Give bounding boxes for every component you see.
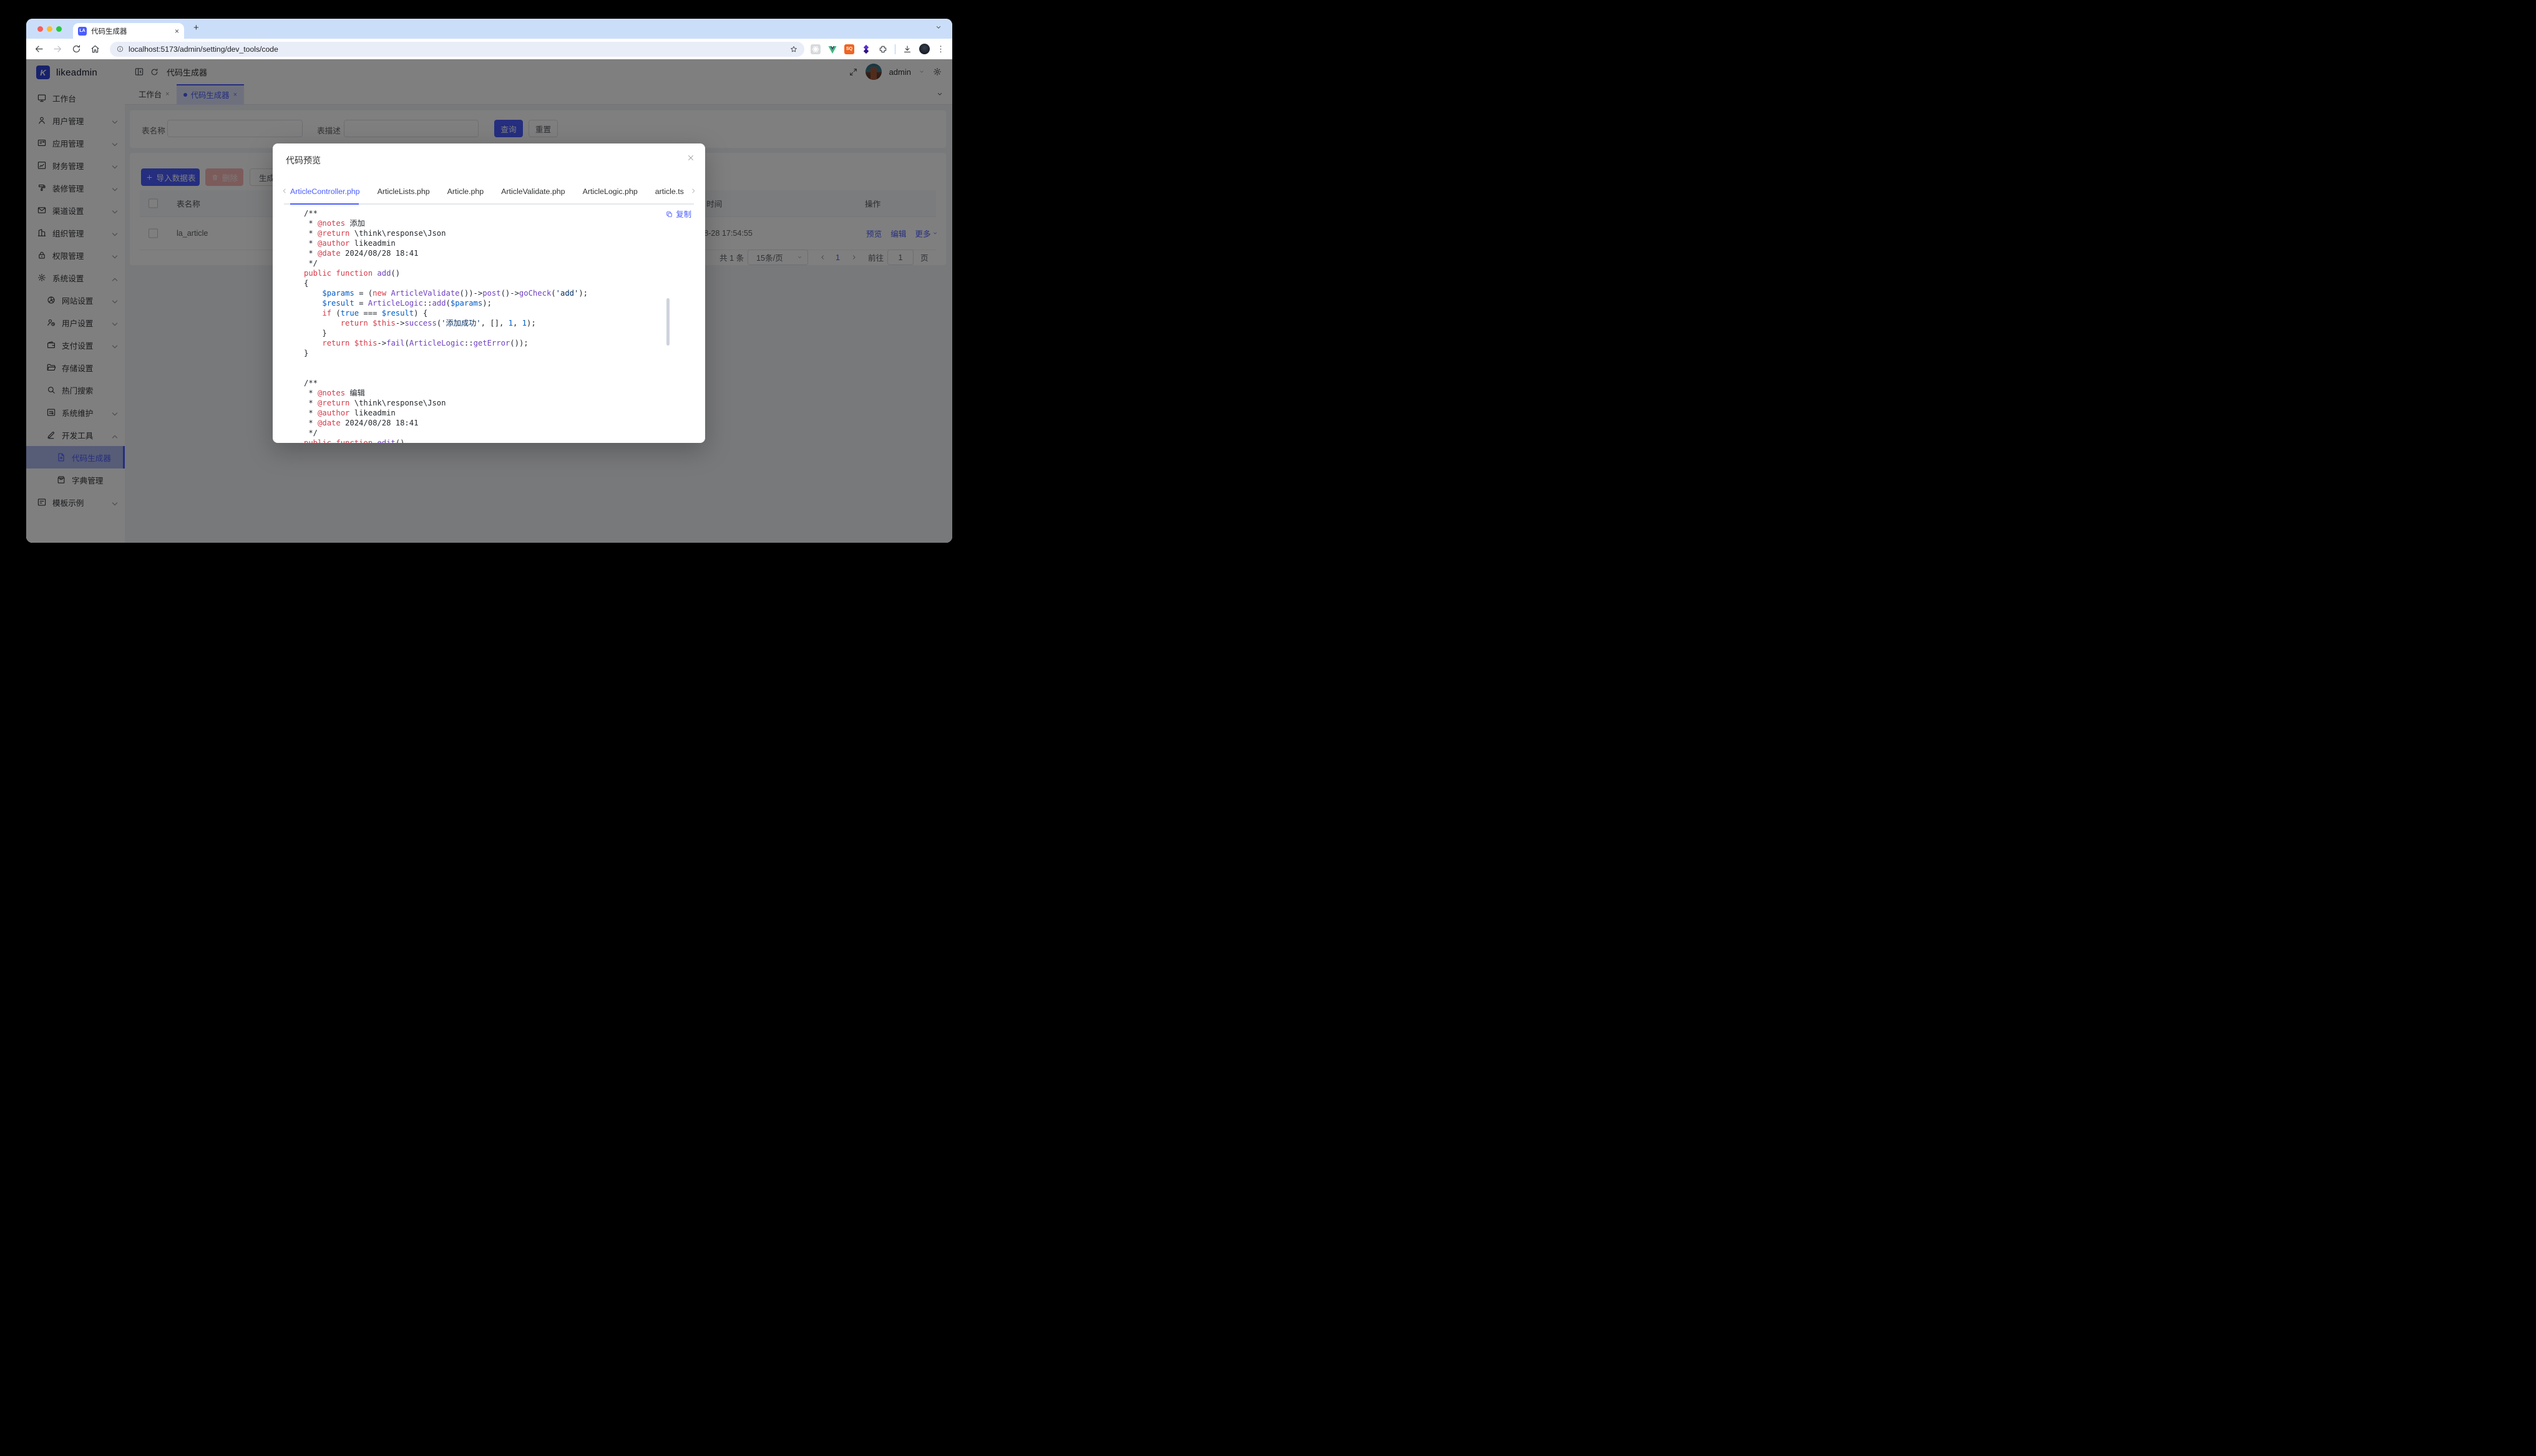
extension-icons: SQ ⋮ xyxy=(811,44,945,54)
code-line: } xyxy=(304,328,693,338)
code-line xyxy=(304,358,693,368)
browser-toolbar: localhost:5173/admin/setting/dev_tools/c… xyxy=(26,39,952,59)
sq-extension-icon[interactable]: SQ xyxy=(844,44,854,54)
modal-tab-Article.php[interactable]: Article.php xyxy=(447,187,484,196)
code-line: */ xyxy=(304,258,693,268)
code-line: { xyxy=(304,278,693,288)
code-line: if (true === $result) { xyxy=(304,308,693,318)
forward-icon[interactable] xyxy=(52,44,63,54)
app-page: K likeadmin 工作台用户管理应用管理财务管理装修管理渠道设置组织管理权… xyxy=(26,59,952,543)
code-line: * @notes 编辑 xyxy=(304,388,693,398)
code-line: * @author likeadmin xyxy=(304,408,693,418)
browser-tabstrip: LA 代码生成器 × + xyxy=(26,19,952,39)
modal-tab-ArticleValidate.php[interactable]: ArticleValidate.php xyxy=(501,187,565,196)
browser-menu-icon[interactable]: ⋮ xyxy=(937,44,945,54)
tab-close-icon[interactable]: × xyxy=(175,27,179,36)
site-info-icon[interactable] xyxy=(116,45,124,53)
url-text[interactable]: localhost:5173/admin/setting/dev_tools/c… xyxy=(129,45,789,54)
traffic-zoom-button[interactable] xyxy=(56,26,62,32)
downloads-icon[interactable] xyxy=(902,44,912,54)
code-line: * @return \think\response\Json xyxy=(304,398,693,408)
code-line: * @date 2024/08/28 18:41 xyxy=(304,248,693,258)
code-line: $params = (new ArticleValidate())->post(… xyxy=(304,288,693,298)
code-preview-modal: 代码预览 ArticleController.php ArticleLists.p… xyxy=(273,143,705,443)
tab-search-chevron-icon[interactable] xyxy=(935,24,942,31)
gem-extension-icon[interactable] xyxy=(861,44,871,54)
code-line: * @date 2024/08/28 18:41 xyxy=(304,418,693,428)
modal-tab-ArticleLists.php[interactable]: ArticleLists.php xyxy=(378,187,430,196)
traffic-minimize-button[interactable] xyxy=(47,26,52,32)
address-bar[interactable]: localhost:5173/admin/setting/dev_tools/c… xyxy=(110,42,804,57)
tabs-scroll-right-icon[interactable] xyxy=(690,187,697,195)
reload-icon[interactable] xyxy=(71,44,82,54)
bookmark-star-icon[interactable] xyxy=(789,45,798,54)
code-line: $result = ArticleLogic::add($params); xyxy=(304,298,693,308)
home-icon[interactable] xyxy=(90,44,100,54)
modal-title: 代码预览 xyxy=(286,154,321,167)
code-line: */ xyxy=(304,428,693,438)
copy-button[interactable]: 复制 xyxy=(665,208,691,220)
extensions-puzzle-icon[interactable] xyxy=(878,44,888,54)
copy-icon xyxy=(665,210,673,218)
modal-tab-article.ts[interactable]: article.ts xyxy=(655,187,684,196)
back-icon[interactable] xyxy=(34,44,44,54)
screenshot-root: LA 代码生成器 × + localhost:5173/admin/settin… xyxy=(0,0,978,562)
favicon: LA xyxy=(78,27,87,36)
code-line: return $this->fail(ArticleLogic::getErro… xyxy=(304,338,693,348)
vue-devtools-icon[interactable] xyxy=(827,44,837,54)
code-line: /** xyxy=(304,208,693,218)
code-line: /** xyxy=(304,378,693,388)
code-line: public function add() xyxy=(304,268,693,278)
browser-tab[interactable]: LA 代码生成器 × xyxy=(73,23,184,39)
modal-file-tabs: ArticleController.php ArticleLists.php Art… xyxy=(273,180,705,203)
modal-tab-ArticleController.php[interactable]: ArticleController.php xyxy=(290,187,360,196)
traffic-close-button[interactable] xyxy=(37,26,43,32)
browser-profile-avatar[interactable] xyxy=(919,44,930,54)
browser-window: LA 代码生成器 × + localhost:5173/admin/settin… xyxy=(26,19,952,543)
code-line xyxy=(304,368,693,378)
code-line: } xyxy=(304,348,693,358)
code-line: * @return \think\response\Json xyxy=(304,228,693,238)
new-tab-button[interactable]: + xyxy=(190,21,203,34)
code-block[interactable]: /** * @notes 添加 * @return \think\respons… xyxy=(273,205,705,443)
code-line: return $this->success('添加成功', [], 1, 1); xyxy=(304,318,693,328)
modal-tab-ArticleLogic.php[interactable]: ArticleLogic.php xyxy=(583,187,638,196)
modal-close-icon[interactable] xyxy=(686,153,695,162)
react-devtools-icon[interactable] xyxy=(811,44,821,54)
code-line: * @notes 添加 xyxy=(304,218,693,228)
code-line: * @author likeadmin xyxy=(304,238,693,248)
code-scrollbar[interactable] xyxy=(666,298,670,346)
browser-tab-title: 代码生成器 xyxy=(91,26,175,36)
code-line: public function edit() xyxy=(304,438,693,443)
